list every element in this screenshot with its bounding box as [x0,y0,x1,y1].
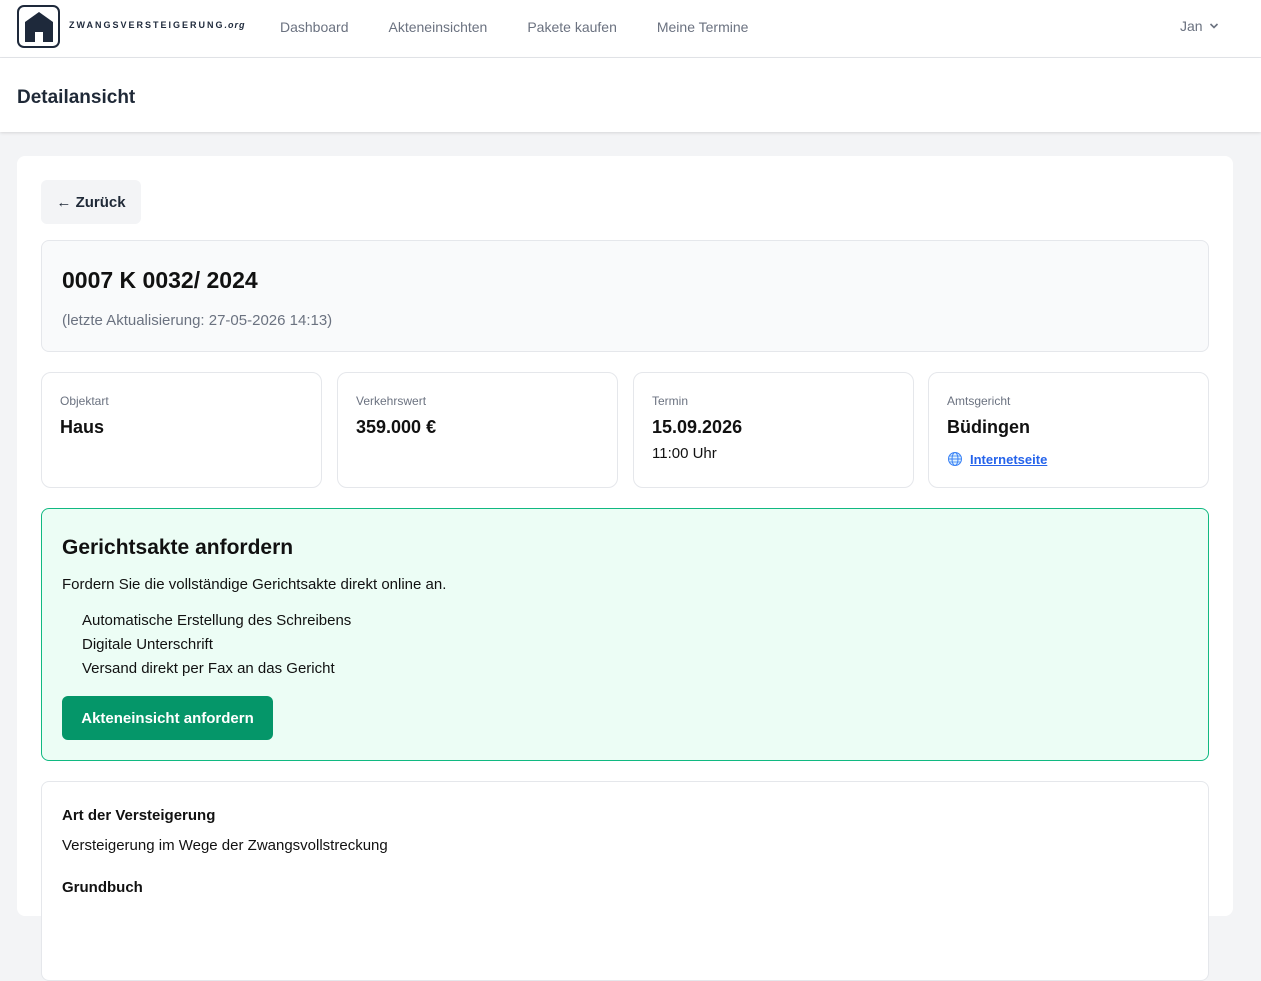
art-value: Versteigerung im Wege der Zwangsvollstre… [62,837,388,854]
info-card-verkehrswert: Verkehrswert 359.000 € [337,372,618,488]
brand-tld: .org [224,20,246,30]
info-card-termin: Termin 15.09.2026 11:00 Uhr [633,372,914,488]
request-description: Fordern Sie die vollständige Gerichtsakt… [62,576,447,593]
top-navbar: ZWANGSVERSTEIGERUNG.org Dashboard Aktene… [0,0,1261,58]
main-card: ← Zurück 0007 K 0032/ 2024 (letzte Aktua… [17,156,1233,981]
globe-icon [948,452,962,466]
info-label: Termin [652,394,689,408]
termin-date: 15.09.2026 [652,417,743,437]
info-value: Büdingen [947,417,1030,437]
page-header: Detailansicht [0,58,1261,132]
case-header: 0007 K 0032/ 2024 (letzte Aktualisierung… [41,240,1209,352]
nav-link-dashboard[interactable]: Dashboard [280,19,349,35]
list-item: Versand direkt per Fax an das Gericht [82,660,335,677]
grundbuch-heading: Grundbuch [62,879,143,896]
house-icon [24,11,53,42]
info-label: Verkehrswert [356,394,427,408]
nav-link-meine-termine[interactable]: Meine Termine [657,19,749,35]
page-title: Detailansicht [17,87,136,108]
info-card-amtsgericht: Amtsgericht Büdingen Internetseite [928,372,1209,488]
info-card-objektart: Objektart Haus [41,372,322,488]
user-name: Jan [1180,18,1203,34]
info-value: 359.000 € [356,417,437,437]
brand-text: ZWANGSVERSTEIGERUNG [69,20,225,30]
info-value: Haus [60,417,105,437]
request-title: Gerichtsakte anfordern [62,536,294,559]
case-number: 0007 K 0032/ 2024 [62,267,258,293]
user-menu[interactable]: Jan [1180,18,1219,34]
nav-link-pakete-kaufen[interactable]: Pakete kaufen [527,19,617,35]
termin-time: 11:00 Uhr [652,445,717,462]
details-panel: Art der Versteigerung Versteigerung im W… [41,781,1209,981]
list-item: Digitale Unterschrift [82,636,213,653]
info-label: Objektart [60,394,109,408]
logo[interactable] [17,5,60,48]
request-file-panel: Gerichtsakte anfordern Fordern Sie die v… [41,508,1209,761]
brand-name: ZWANGSVERSTEIGERUNG.org [69,20,246,30]
chevron-down-icon [1209,23,1218,29]
request-file-button[interactable]: Akteneinsicht anfordern [62,696,273,740]
nav-links: Dashboard Akteneinsichten Pakete kaufen … [280,19,748,35]
last-updated: (letzte Aktualisierung: 27-05-2026 14:13… [62,312,333,329]
art-heading: Art der Versteigerung [62,807,216,824]
court-website-label: Internetseite [970,451,1048,467]
info-label: Amtsgericht [947,394,1011,408]
list-item: Automatische Erstellung des Schreibens [82,612,352,629]
court-website-link[interactable]: Internetseite [947,451,1047,467]
nav-link-akteneinsichten[interactable]: Akteneinsichten [389,19,488,35]
back-button[interactable]: ← Zurück [41,180,141,224]
feature-list: Automatische Erstellung des Schreibens D… [82,612,351,684]
